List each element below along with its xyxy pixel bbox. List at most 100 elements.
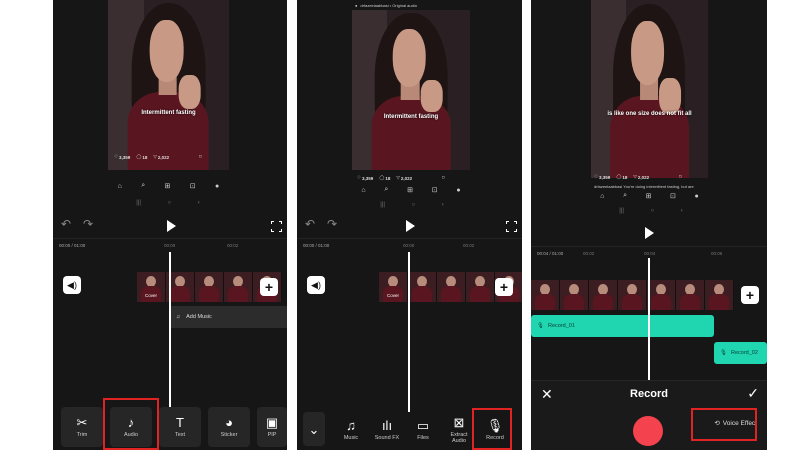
clip-thumbnail xyxy=(531,280,560,310)
total-time: 01:00 xyxy=(552,251,564,256)
home-circle-icon[interactable]: ○ xyxy=(412,202,416,208)
mute-audio-button[interactable]: ◀) xyxy=(307,276,325,294)
add-music-label: Add Music xyxy=(186,314,212,320)
app-nav-bar: ⌂ ⌕ ⊞ ⊡ ● xyxy=(352,186,470,194)
current-time: 00:04 xyxy=(537,251,549,256)
clip-thumbnail xyxy=(618,280,647,310)
chevron-down-icon: ⌄ xyxy=(308,421,320,437)
add-music-strip[interactable]: ♫ Add Music xyxy=(170,306,287,328)
clip-thumbnail: Cover xyxy=(137,272,166,302)
share-icon: ▽ 2,022 xyxy=(633,174,650,180)
video-preview[interactable]: is like one size does not fit all xyxy=(591,0,708,178)
fullscreen-icon[interactable] xyxy=(270,220,283,233)
add-icon[interactable]: ⊞ xyxy=(646,192,652,200)
recents-icon[interactable]: ||| xyxy=(136,200,141,206)
bookmark-icon: ⌑ xyxy=(442,175,445,180)
total-time: 01:00 xyxy=(74,243,86,248)
search-icon[interactable]: ⌕ xyxy=(141,182,145,190)
tool-music[interactable]: ♫ Music xyxy=(333,412,369,448)
record-clip-label: Record_02 xyxy=(730,350,758,356)
ruler-tick: 00:02 xyxy=(583,251,595,256)
reels-icon[interactable]: ⊡ xyxy=(670,192,676,200)
system-nav: ||| ○ ‹ xyxy=(606,208,696,214)
like-icon: ♡ 3,359 xyxy=(114,154,131,160)
highlight-record xyxy=(472,408,512,450)
recents-icon[interactable]: ||| xyxy=(619,208,624,214)
comment-icon: ◯ 18 xyxy=(616,174,628,180)
record-clip-2[interactable]: 🎙 Record_02 xyxy=(714,342,767,364)
recents-icon[interactable]: ||| xyxy=(380,202,385,208)
post-description: drfazeelaabbasi You're doing intermitten… xyxy=(594,184,694,189)
video-caption: is like one size does not fit all xyxy=(607,111,692,117)
reels-icon[interactable]: ⊡ xyxy=(190,182,196,190)
ruler-tick: 00:00 xyxy=(403,243,415,248)
home-icon[interactable]: ⌂ xyxy=(600,193,604,200)
mute-audio-button[interactable]: ◀) xyxy=(63,276,81,294)
play-icon[interactable] xyxy=(167,220,176,232)
add-icon[interactable]: ⊞ xyxy=(165,182,171,190)
scissors-icon: ✂ xyxy=(76,415,88,430)
music-note-icon: ♫ xyxy=(346,418,356,433)
tool-trim[interactable]: ✂ Trim xyxy=(61,407,103,447)
comment-count: 18 xyxy=(142,154,148,160)
highlight-voice-effect xyxy=(691,408,757,441)
add-clip-button[interactable]: + xyxy=(495,278,513,296)
highlight-audio xyxy=(103,398,159,450)
video-clip-track[interactable] xyxy=(531,280,734,310)
add-icon[interactable]: ⊞ xyxy=(407,186,413,194)
share-icon: ▽ 2,022 xyxy=(153,154,170,160)
video-preview[interactable]: Intermittent fasting ♡ 3,359 ◯ 18 ▽ 2,022 ⌑ xyxy=(108,0,229,170)
home-icon[interactable]: ⌂ xyxy=(118,183,122,190)
back-icon[interactable]: ‹ xyxy=(681,208,683,214)
app-nav-bar: ⌂ ⌕ ⊞ ⊡ ● xyxy=(108,182,229,190)
current-time: 00:00 xyxy=(303,243,315,248)
add-clip-button[interactable]: + xyxy=(260,278,278,296)
clip-thumbnail: Cover xyxy=(379,272,408,302)
avatar[interactable]: ● xyxy=(456,187,460,194)
home-icon[interactable]: ⌂ xyxy=(361,187,365,194)
search-icon[interactable]: ⌕ xyxy=(623,192,627,200)
clip-thumbnail xyxy=(466,272,495,302)
like-count: 3,359 xyxy=(119,154,131,160)
search-icon[interactable]: ⌕ xyxy=(384,186,388,194)
ruler-tick: 00:02 xyxy=(227,243,239,248)
microphone-icon: 🎙 xyxy=(720,350,727,356)
video-preview[interactable]: Intermittent fasting xyxy=(352,10,470,170)
add-clip-button[interactable]: + xyxy=(741,286,759,304)
collapse-button[interactable]: ⌄ xyxy=(303,412,325,446)
avatar[interactable]: ● xyxy=(215,183,219,190)
reels-icon[interactable]: ⊡ xyxy=(432,186,438,194)
playhead[interactable] xyxy=(169,252,171,412)
redo-icon[interactable]: ↷ xyxy=(83,217,93,231)
record-button[interactable] xyxy=(633,416,663,446)
tool-pip[interactable]: ▣ PIP xyxy=(257,407,287,447)
fullscreen-icon[interactable] xyxy=(505,220,518,233)
avatar[interactable]: ● xyxy=(694,193,698,200)
undo-icon[interactable]: ↶ xyxy=(61,217,71,231)
tool-files[interactable]: ▭ Files xyxy=(405,412,441,448)
playhead[interactable] xyxy=(408,252,410,412)
redo-icon[interactable]: ↷ xyxy=(327,217,337,231)
record-clip-1[interactable]: 🎙 Record_01 xyxy=(531,315,714,337)
like-icon: ♡ 3,359 xyxy=(594,174,611,180)
clip-thumbnail xyxy=(676,280,705,310)
playhead[interactable] xyxy=(648,258,650,380)
clip-thumbnail xyxy=(195,272,224,302)
clip-thumbnail xyxy=(560,280,589,310)
tool-sound-fx[interactable]: ılı Sound FX xyxy=(369,412,405,448)
back-icon[interactable]: ‹ xyxy=(198,200,200,206)
undo-icon[interactable]: ↶ xyxy=(305,217,315,231)
play-icon[interactable] xyxy=(645,227,654,239)
check-icon[interactable]: ✓ xyxy=(747,385,759,402)
home-circle-icon[interactable]: ○ xyxy=(651,208,655,214)
back-icon[interactable]: ‹ xyxy=(442,202,444,208)
tool-text[interactable]: T Text xyxy=(159,407,201,447)
folder-icon: ▭ xyxy=(416,418,430,433)
bookmark-icon: ⌑ xyxy=(679,174,682,179)
tool-sticker[interactable]: ◕ Sticker xyxy=(208,407,250,447)
avatar: ● xyxy=(355,2,358,8)
bookmark-icon: ⌑ xyxy=(199,154,202,159)
ruler-tick: 00:00 xyxy=(164,243,176,248)
home-circle-icon[interactable]: ○ xyxy=(168,200,172,206)
play-icon[interactable] xyxy=(406,220,415,232)
